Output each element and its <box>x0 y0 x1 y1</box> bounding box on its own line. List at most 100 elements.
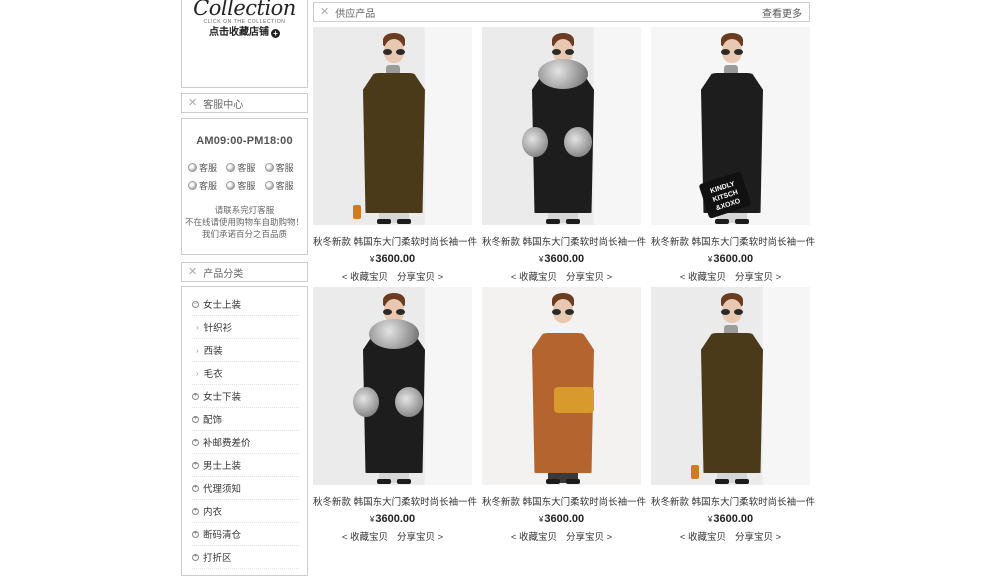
category-item[interactable]: + 打折区 <box>192 546 299 569</box>
expand-icon: + <box>192 415 199 423</box>
expand-icon: + <box>192 484 199 492</box>
chat-icon <box>188 163 197 172</box>
product-price: ¥3600.00 <box>651 253 810 265</box>
collect-item-button[interactable]: < 收藏宝贝 <box>342 532 388 543</box>
product-image[interactable]: KINDLY KITSCH &XOXO <box>651 27 810 225</box>
currency-symbol: ¥ <box>538 515 544 524</box>
category-item[interactable]: + 男士上装 <box>192 454 299 477</box>
expand-icon: + <box>192 530 199 538</box>
category-label: 补邮费差价 <box>203 438 251 449</box>
service-contact-link[interactable]: 客服 <box>226 179 264 192</box>
service-hours: AM09:00-PM18:00 <box>196 135 293 147</box>
service-contact-link[interactable]: 客服 <box>188 161 226 174</box>
price-value: 3600.00 <box>375 253 416 265</box>
service-contact-link[interactable]: 客服 <box>188 179 226 192</box>
service-contact-label: 客服 <box>199 181 218 191</box>
product-price: ¥3600.00 <box>482 513 641 525</box>
price-value: 3600.00 <box>713 253 754 265</box>
product-image[interactable] <box>651 287 810 485</box>
category-header: ✕ 产品分类 <box>181 262 308 282</box>
close-icon[interactable]: ✕ <box>188 266 197 278</box>
product-price: ¥3600.00 <box>313 513 472 525</box>
category-item[interactable]: › 毛衣 <box>192 362 299 385</box>
category-item[interactable]: + 内衣 <box>192 500 299 523</box>
service-contact-link[interactable]: 客服 <box>264 179 303 192</box>
service-contact-label: 客服 <box>237 181 256 191</box>
category-item[interactable]: › 西装 <box>192 339 299 362</box>
collect-item-button[interactable]: < 收藏宝贝 <box>511 272 557 283</box>
category-label: 女士上装 <box>203 300 242 311</box>
category-item[interactable]: + 女士下装 <box>192 385 299 408</box>
share-item-button[interactable]: 分享宝贝 > <box>735 272 781 283</box>
collect-store-label: 点击收藏店铺 <box>209 27 269 38</box>
product-actions: < 收藏宝贝 分享宝贝 > <box>313 529 472 543</box>
product-image[interactable] <box>482 287 641 485</box>
collect-item-button[interactable]: < 收藏宝贝 <box>680 272 726 283</box>
product-title[interactable]: 秋冬新款 韩国东大门柔软时尚长袖一件 <box>313 494 477 508</box>
product-price: ¥3600.00 <box>651 513 810 525</box>
category-label: 西装 <box>203 346 223 357</box>
currency-symbol: ¥ <box>707 255 713 264</box>
collect-store-panel: Collection CLICK ON THE COLLECTION 点击收藏店… <box>181 0 308 88</box>
share-item-button[interactable]: 分享宝贝 > <box>735 532 781 543</box>
collapse-icon: − <box>192 300 199 308</box>
chevron-right-icon: › <box>196 322 199 332</box>
collect-item-button[interactable]: < 收藏宝贝 <box>511 532 557 543</box>
price-value: 3600.00 <box>713 513 754 525</box>
product-title[interactable]: 秋冬新款 韩国东大门柔软时尚长袖一件 <box>651 494 815 508</box>
product-image[interactable] <box>482 27 641 225</box>
service-note-line: 我们承诺百分之百品质 <box>201 229 287 239</box>
product-card: 秋冬新款 韩国东大门柔软时尚长袖一件 ¥3600.00 < 收藏宝贝 分享宝贝 > <box>651 287 815 543</box>
share-item-button[interactable]: 分享宝贝 > <box>566 532 612 543</box>
category-item[interactable]: › 针织衫 <box>192 316 299 339</box>
category-list: − 女士上装 › 针织衫 › 西装 › 毛衣 + 女士下装 + 配饰 + 补邮费差价 + 男士上装 + 代理须知 +… <box>181 286 308 576</box>
category-label: 女士下装 <box>203 392 242 403</box>
product-title[interactable]: 秋冬新款 韩国东大门柔软时尚长袖一件 <box>482 494 646 508</box>
service-note: 请联系完灯客服 不在线请使用购物车自助购物！ 我们承诺百分之百品质 <box>182 204 307 240</box>
product-card: KINDLY KITSCH &XOXO 秋冬新款 韩国东大门柔软时尚长袖一件 ¥36… <box>651 27 815 283</box>
category-label: 打折区 <box>203 553 232 564</box>
view-more-link[interactable]: 查看更多 <box>762 5 802 20</box>
collect-store-button[interactable]: 点击收藏店铺 + <box>209 26 280 40</box>
product-image[interactable] <box>313 27 472 225</box>
plus-circle-icon: + <box>271 28 280 38</box>
product-price: ¥3600.00 <box>482 253 641 265</box>
category-item[interactable]: + 配饰 <box>192 408 299 431</box>
product-title[interactable]: 秋冬新款 韩国东大门柔软时尚长袖一件 <box>313 234 477 248</box>
close-icon[interactable]: ✕ <box>188 97 197 109</box>
service-contact-link[interactable]: 客服 <box>226 161 264 174</box>
share-item-button[interactable]: 分享宝贝 > <box>397 272 443 283</box>
currency-symbol: ¥ <box>538 255 544 264</box>
service-contact-grid: 客服 客服 客服 客服 客服 客服 <box>188 161 303 192</box>
product-image[interactable] <box>313 287 472 485</box>
service-contact-label: 客服 <box>199 163 218 173</box>
category-item[interactable]: − 女士上装 <box>192 293 299 316</box>
collect-item-button[interactable]: < 收藏宝贝 <box>680 532 726 543</box>
category-item[interactable]: + 代理须知 <box>192 477 299 500</box>
product-actions: < 收藏宝贝 分享宝贝 > <box>651 269 810 283</box>
product-price: ¥3600.00 <box>313 253 472 265</box>
service-center-header: ✕ 客服中心 <box>181 93 308 113</box>
close-icon[interactable]: ✕ <box>320 6 329 18</box>
product-title[interactable]: 秋冬新款 韩国东大门柔软时尚长袖一件 <box>482 234 646 248</box>
category-label: 男士上装 <box>203 461 242 472</box>
service-panel: AM09:00-PM18:00 客服 客服 客服 客服 客服 客服 请联系完灯客… <box>181 118 308 255</box>
category-item[interactable]: + 补邮费差价 <box>192 431 299 454</box>
product-actions: < 收藏宝贝 分享宝贝 > <box>313 269 472 283</box>
service-contact-link[interactable]: 客服 <box>264 161 303 174</box>
category-title: 产品分类 <box>203 268 244 280</box>
category-label: 毛衣 <box>203 369 223 380</box>
chat-icon <box>226 181 236 190</box>
product-title[interactable]: 秋冬新款 韩国东大门柔软时尚长袖一件 <box>651 234 815 248</box>
category-item[interactable]: + 断码清仓 <box>192 523 299 546</box>
share-item-button[interactable]: 分享宝贝 > <box>566 272 612 283</box>
product-card: 秋冬新款 韩国东大门柔软时尚长袖一件 ¥3600.00 < 收藏宝贝 分享宝贝 > <box>313 27 477 283</box>
chat-icon <box>226 163 236 172</box>
service-contact-label: 客服 <box>275 181 294 191</box>
product-card: 秋冬新款 韩国东大门柔软时尚长袖一件 ¥3600.00 < 收藏宝贝 分享宝贝 > <box>482 287 646 543</box>
product-actions: < 收藏宝贝 分享宝贝 > <box>482 269 641 283</box>
price-value: 3600.00 <box>544 513 585 525</box>
collect-item-button[interactable]: < 收藏宝贝 <box>342 272 388 283</box>
expand-icon: + <box>192 438 199 446</box>
share-item-button[interactable]: 分享宝贝 > <box>397 532 443 543</box>
